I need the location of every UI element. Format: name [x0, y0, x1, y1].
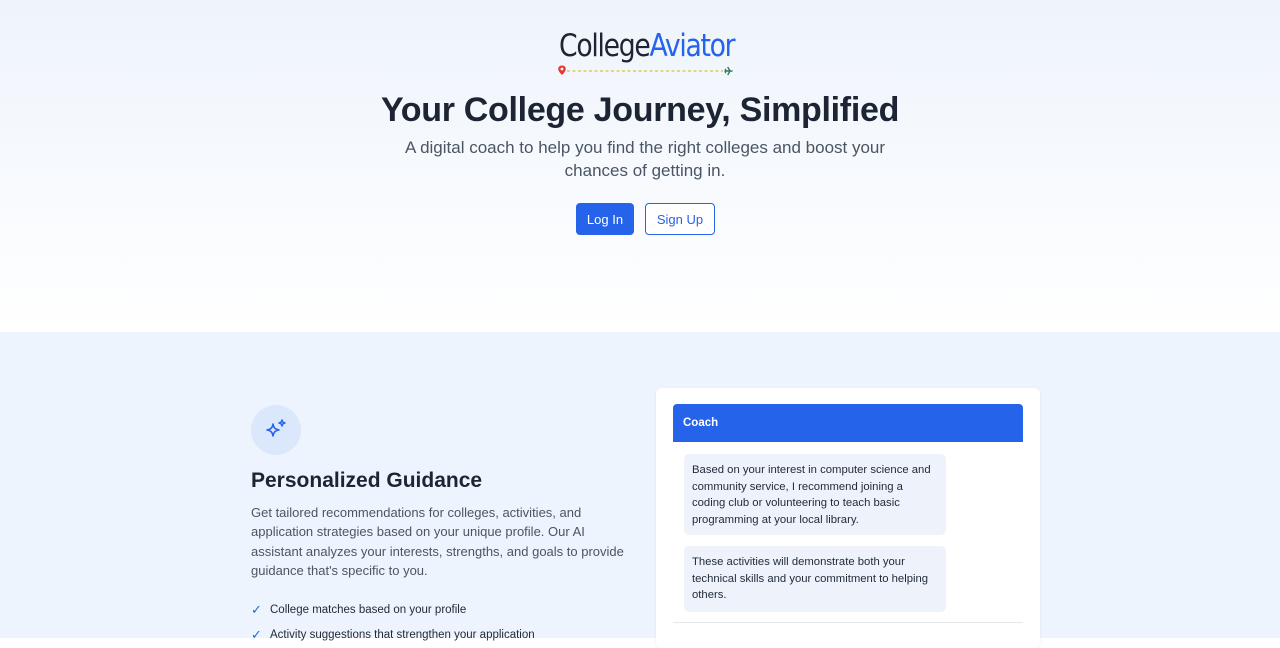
feature-checklist: ✓ College matches based on your profile … — [251, 597, 535, 647]
hero-title: Your College Journey, Simplified — [380, 91, 900, 129]
feature-description: Get tailored recommendations for college… — [251, 505, 624, 578]
auth-buttons: Log In Sign Up — [576, 203, 715, 235]
coach-chat-card: Coach Based on your interest in computer… — [656, 388, 1040, 648]
checklist-item: ✓ College matches based on your profile — [251, 597, 535, 622]
coach-message: These activities will demonstrate both y… — [684, 546, 946, 612]
logo-wordmark: CollegeAviator — [559, 26, 736, 66]
checklist-item: ✓ Activity suggestions that strengthen y… — [251, 622, 535, 647]
check-icon: ✓ — [251, 601, 262, 617]
coach-message: Based on your interest in computer scien… — [684, 454, 946, 535]
feature-section: Personalized Guidance Get tailored recom… — [0, 332, 1280, 648]
logo-text-college: College — [559, 28, 651, 64]
login-button[interactable]: Log In — [576, 203, 634, 235]
checklist-item-label: Activity suggestions that strengthen you… — [270, 628, 535, 641]
flight-path-icon — [558, 65, 733, 76]
hero-subtitle: A digital coach to help you find the rig… — [404, 138, 886, 180]
college-aviator-logo[interactable]: CollegeAviator — [556, 26, 736, 78]
chat-header: Coach — [673, 404, 1023, 442]
sparkles-icon — [251, 405, 301, 455]
logo-text-aviator: Aviator — [649, 28, 735, 64]
hero-section: CollegeAviator Your College Journey, Sim… — [0, 0, 1280, 332]
chat-divider — [673, 622, 1023, 623]
feature-title: Personalized Guidance — [251, 469, 483, 492]
signup-button[interactable]: Sign Up — [645, 203, 715, 235]
checklist-item-label: College matches based on your profile — [270, 603, 467, 616]
check-icon: ✓ — [251, 626, 262, 642]
